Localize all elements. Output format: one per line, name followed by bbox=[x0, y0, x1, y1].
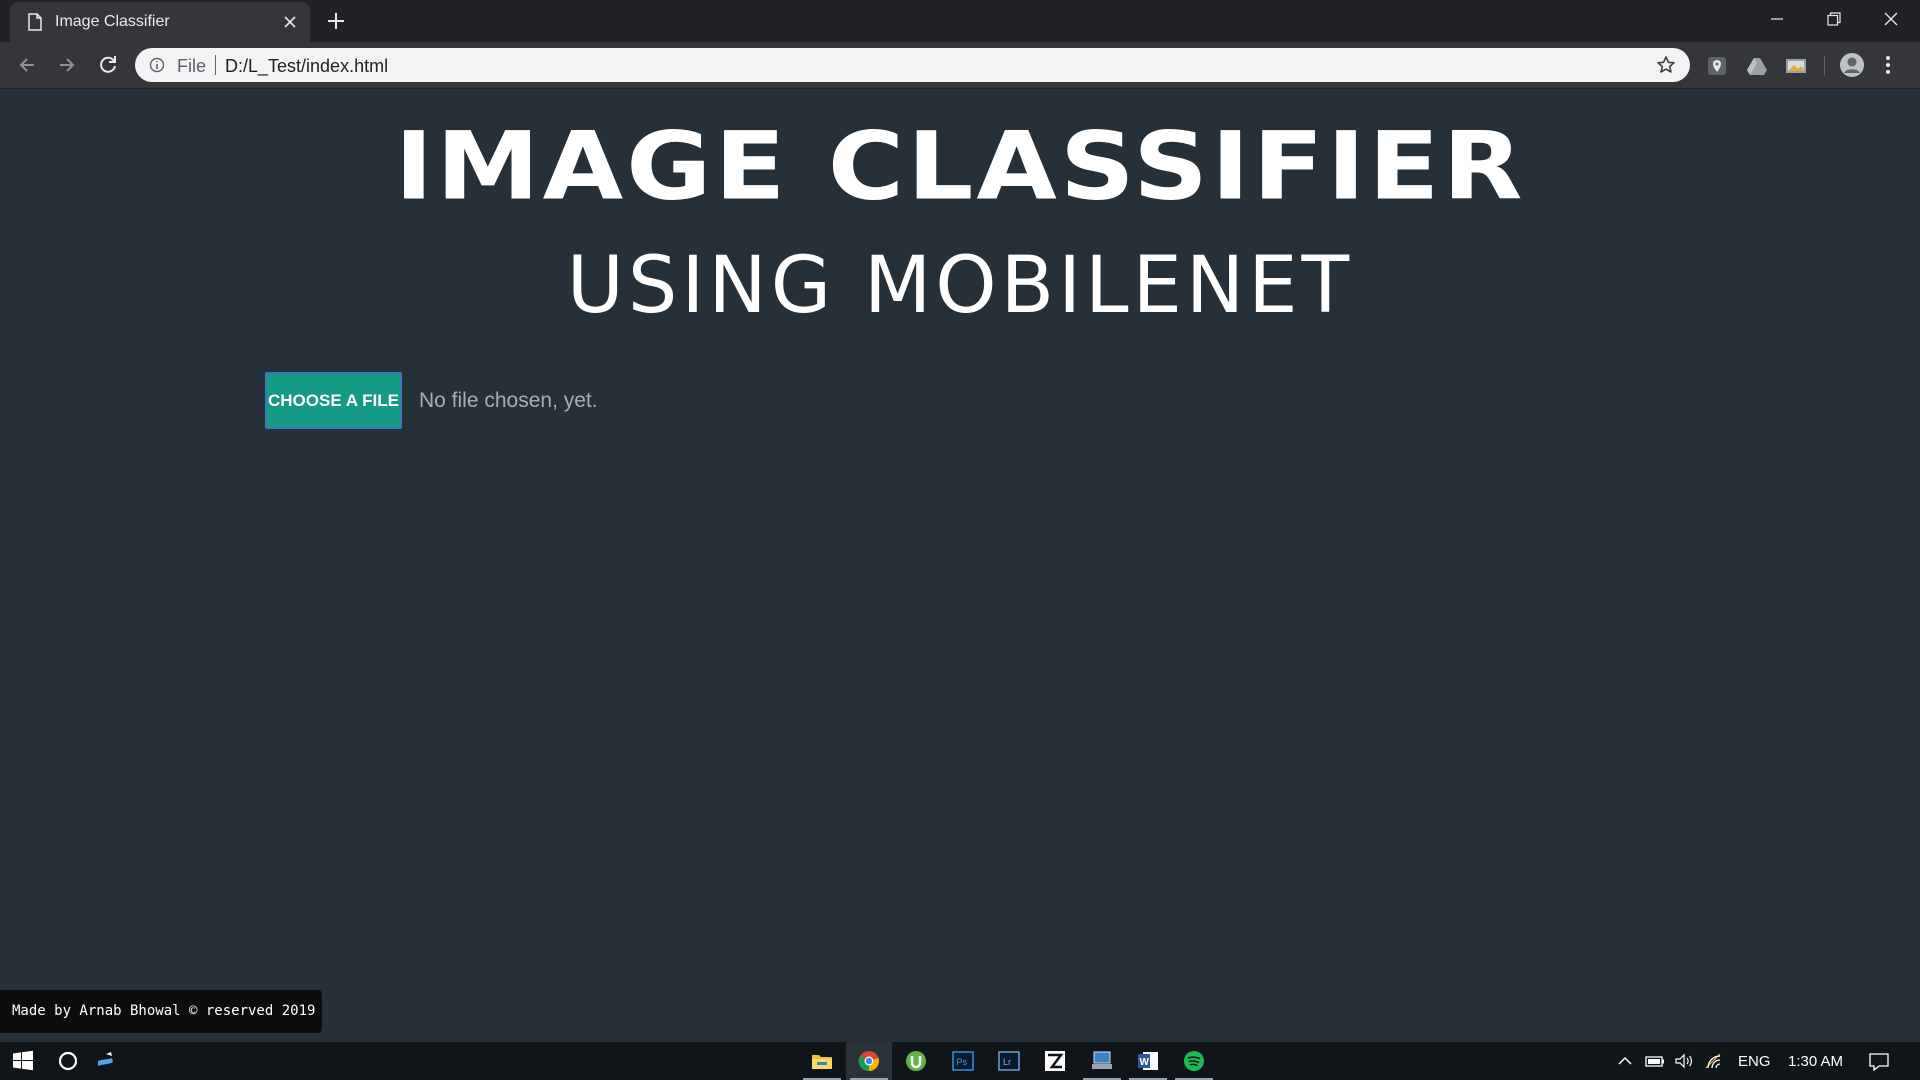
taskbar-app-zapp[interactable] bbox=[1032, 1042, 1078, 1080]
pinned-app-button[interactable] bbox=[82, 1042, 128, 1080]
address-bar[interactable]: File D:/L_Test/index.html bbox=[135, 48, 1690, 82]
taskbar-clock[interactable]: 1:30 AM bbox=[1788, 1053, 1843, 1070]
svg-text:Lr: Lr bbox=[1003, 1057, 1011, 1067]
svg-text:W: W bbox=[1140, 1057, 1150, 1068]
forward-arrow-icon[interactable] bbox=[53, 51, 81, 79]
bookmark-star-icon[interactable] bbox=[1656, 55, 1676, 75]
chrome-icon bbox=[858, 1051, 879, 1072]
restore-button[interactable] bbox=[1805, 0, 1863, 38]
restore-icon bbox=[1827, 12, 1841, 26]
location-extension-icon[interactable] bbox=[1706, 55, 1728, 77]
taskbar-app-spotify[interactable] bbox=[1171, 1042, 1217, 1080]
pen-workspace-icon bbox=[98, 1052, 113, 1066]
utorrent-icon bbox=[906, 1051, 926, 1071]
photoshop-icon: Ps bbox=[952, 1051, 974, 1071]
footer-credit: Made by Arnab Bhowal © reserved 2019 bbox=[0, 990, 322, 1033]
more-menu-icon[interactable] bbox=[1884, 54, 1892, 76]
svg-text:Ps: Ps bbox=[957, 1057, 968, 1067]
reload-icon[interactable] bbox=[94, 51, 122, 79]
page-title: IMAGE CLASSIFIER bbox=[394, 111, 1526, 221]
action-center-icon[interactable] bbox=[1868, 1052, 1890, 1072]
tab-title: Image Classifier bbox=[55, 13, 170, 30]
taskbar-app-network[interactable] bbox=[1079, 1042, 1125, 1080]
file-explorer-icon bbox=[812, 1055, 832, 1069]
spotify-icon bbox=[1184, 1051, 1204, 1071]
screen: Image Classifier File D:/L_Test/index.ht… bbox=[0, 0, 1920, 1080]
page-subtitle: USING MOBILENET bbox=[566, 241, 1354, 331]
url-text[interactable]: D:/L_Test/index.html bbox=[225, 56, 388, 77]
taskbar-app-lightroom[interactable]: Lr bbox=[986, 1042, 1032, 1080]
start-button[interactable] bbox=[0, 1042, 46, 1080]
browser-tab[interactable]: Image Classifier bbox=[10, 2, 310, 42]
toolbar-divider bbox=[1824, 56, 1825, 76]
taskbar-app-word[interactable]: W bbox=[1125, 1042, 1171, 1080]
lightroom-icon: Lr bbox=[998, 1051, 1020, 1071]
wifi-icon[interactable] bbox=[1704, 1052, 1724, 1070]
cortana-circle-icon bbox=[58, 1051, 78, 1071]
taskbar-app-chrome[interactable] bbox=[846, 1042, 892, 1080]
minimize-icon bbox=[1771, 18, 1783, 20]
info-icon[interactable] bbox=[149, 57, 165, 73]
network-app-icon bbox=[1092, 1051, 1112, 1069]
windows-taskbar: Ps Lr W ENG 1:30 AM bbox=[0, 1042, 1920, 1080]
taskbar-app-file-explorer[interactable] bbox=[799, 1042, 845, 1080]
close-icon bbox=[1884, 12, 1898, 26]
profile-avatar-icon[interactable] bbox=[1839, 52, 1865, 78]
volume-icon[interactable] bbox=[1674, 1052, 1694, 1070]
url-separator bbox=[215, 55, 216, 75]
choose-file-button[interactable]: CHOOSE A FILE bbox=[265, 372, 402, 429]
word-icon: W bbox=[1138, 1052, 1158, 1070]
battery-icon[interactable] bbox=[1645, 1052, 1665, 1070]
windows-logo-icon bbox=[13, 1050, 33, 1071]
minimize-button[interactable] bbox=[1748, 0, 1806, 38]
file-status-text: No file chosen, yet. bbox=[419, 389, 598, 412]
close-tab-icon[interactable] bbox=[282, 14, 298, 30]
image-extension-icon[interactable] bbox=[1785, 55, 1807, 77]
new-tab-icon[interactable] bbox=[325, 10, 347, 32]
input-language-indicator[interactable]: ENG bbox=[1738, 1053, 1771, 1070]
browser-tab-strip: Image Classifier bbox=[0, 0, 1920, 42]
document-icon bbox=[28, 13, 42, 31]
taskbar-app-utorrent[interactable] bbox=[893, 1042, 939, 1080]
scheme-label: File bbox=[177, 56, 207, 76]
zapp-icon bbox=[1045, 1051, 1065, 1071]
show-hidden-icons-chevron-icon[interactable] bbox=[1615, 1052, 1635, 1070]
browser-toolbar: File D:/L_Test/index.html bbox=[0, 42, 1920, 89]
footer-credit-text: Made by Arnab Bhowal © reserved 2019 bbox=[12, 1003, 316, 1019]
web-page: IMAGE CLASSIFIER USING MOBILENET CHOOSE … bbox=[0, 89, 1920, 1042]
window-close-button[interactable] bbox=[1862, 0, 1920, 38]
taskbar-app-photoshop[interactable]: Ps bbox=[940, 1042, 986, 1080]
back-arrow-icon[interactable] bbox=[13, 51, 41, 79]
drive-extension-icon[interactable] bbox=[1746, 55, 1768, 77]
